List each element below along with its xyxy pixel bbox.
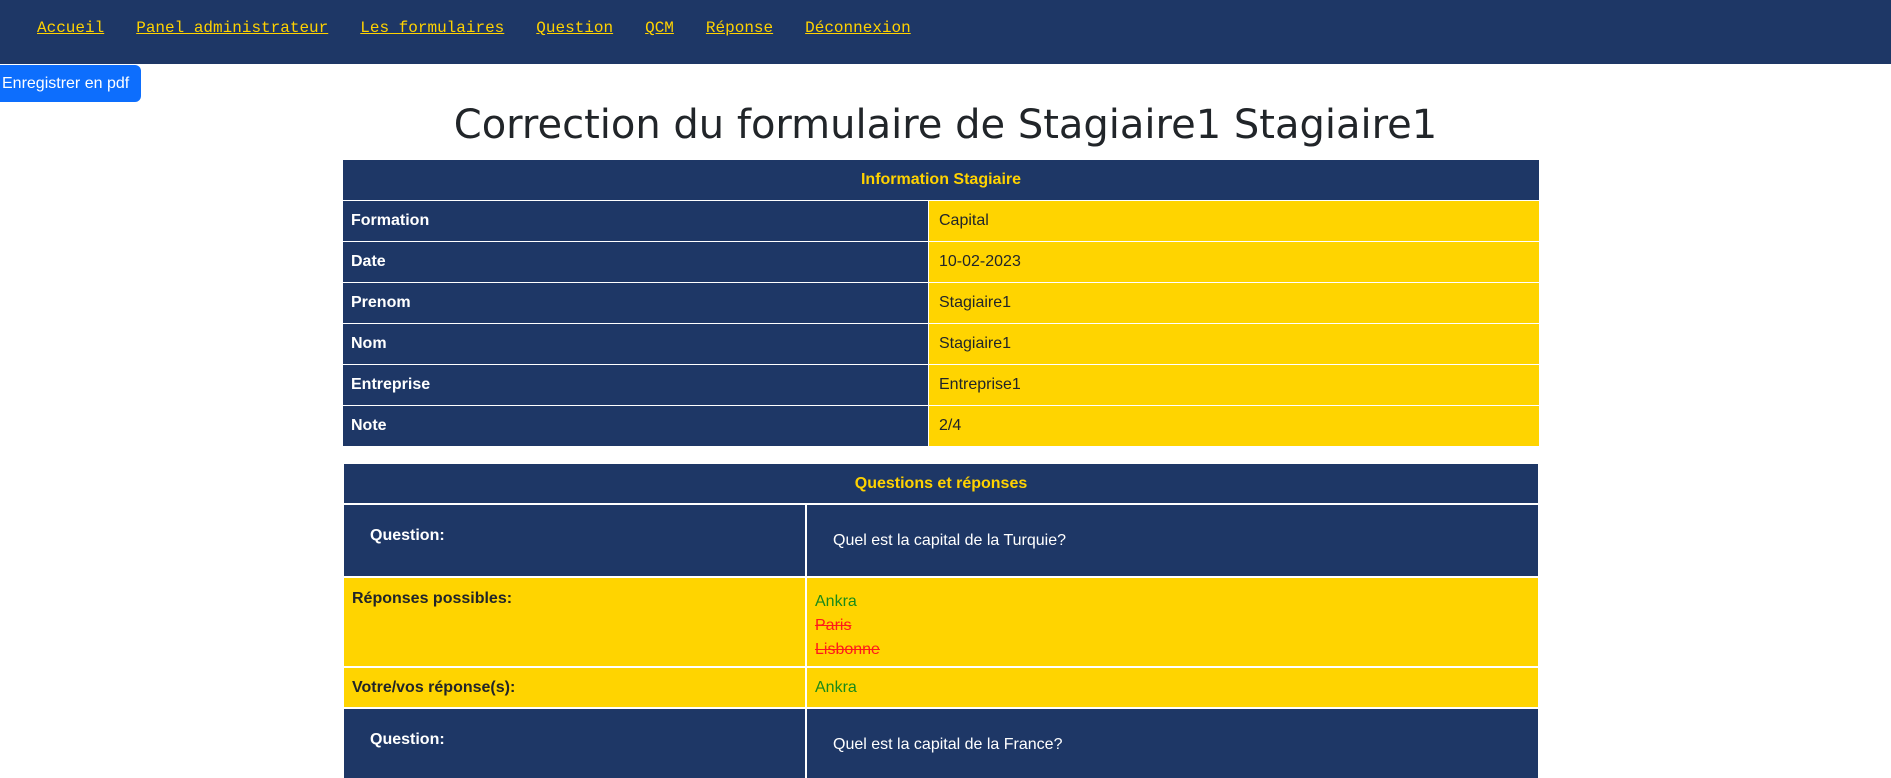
info-label-entreprise: Entreprise [342,364,929,406]
question-label: Question: [342,503,807,578]
info-label-prenom: Prenom [342,282,929,324]
trainee-info-table: Information Stagiaire Formation Capital … [342,159,1540,447]
table-row: Entreprise Entreprise1 [342,364,1540,406]
save-pdf-button[interactable]: Enregistrer en pdf [0,65,141,102]
nav-link-qcm[interactable]: QCM [645,19,674,37]
info-label-date: Date [342,241,929,283]
nav-link-accueil[interactable]: Accueil [37,19,104,37]
info-value-note: 2/4 [928,405,1540,447]
your-answer-value: Ankra [805,666,1540,709]
answer-option-correct: Ankra [815,593,857,610]
your-answer-label: Votre/vos réponse(s): [342,666,807,709]
nav-link-question[interactable]: Question [536,19,613,37]
nav-link-panel-administrateur[interactable]: Panel administrateur [136,19,328,37]
table-row: Nom Stagiaire1 [342,323,1540,365]
questions-answers-table: Questions et réponses Question: Quel est… [342,462,1540,778]
answer-option-wrong: Paris [815,617,852,634]
info-value-nom: Stagiaire1 [928,323,1540,365]
question-text: Quel est la capital de la France? [805,707,1540,778]
info-table-header: Information Stagiaire [342,159,1540,201]
info-value-formation: Capital [928,200,1540,242]
nav-link-les-formulaires[interactable]: Les formulaires [360,19,504,37]
info-value-entreprise: Entreprise1 [928,364,1540,406]
table-row: Prenom Stagiaire1 [342,282,1540,324]
possible-answers-label: Réponses possibles: [342,576,807,668]
info-label-note: Note [342,405,929,447]
possible-answers-list: Ankra Paris Lisbonne [805,576,1540,668]
qa-header-row: Questions et réponses [342,462,1540,505]
info-label-formation: Formation [342,200,929,242]
info-header-row: Information Stagiaire [342,159,1540,201]
question-label: Question: [342,707,807,778]
question-row: Question: Quel est la capital de la Turq… [342,503,1540,578]
table-row: Formation Capital [342,200,1540,242]
answer-option-wrong: Lisbonne [815,641,880,658]
question-text: Quel est la capital de la Turquie? [805,503,1540,578]
nav-link-reponse[interactable]: Réponse [706,19,773,37]
possible-answers-row: Réponses possibles: Ankra Paris Lisbonne [342,576,1540,668]
your-answer-row: Votre/vos réponse(s): Ankra [342,666,1540,709]
question-row: Question: Quel est la capital de la Fran… [342,707,1540,778]
nav-link-deconnexion[interactable]: Déconnexion [805,19,911,37]
qa-table-header: Questions et réponses [342,462,1540,505]
info-label-nom: Nom [342,323,929,365]
table-row: Date 10-02-2023 [342,241,1540,283]
info-value-date: 10-02-2023 [928,241,1540,283]
top-navbar: Accueil Panel administrateur Les formula… [0,0,1891,64]
table-row: Note 2/4 [342,405,1540,447]
page-title: Correction du formulaire de Stagiaire1 S… [453,102,1438,148]
info-value-prenom: Stagiaire1 [928,282,1540,324]
